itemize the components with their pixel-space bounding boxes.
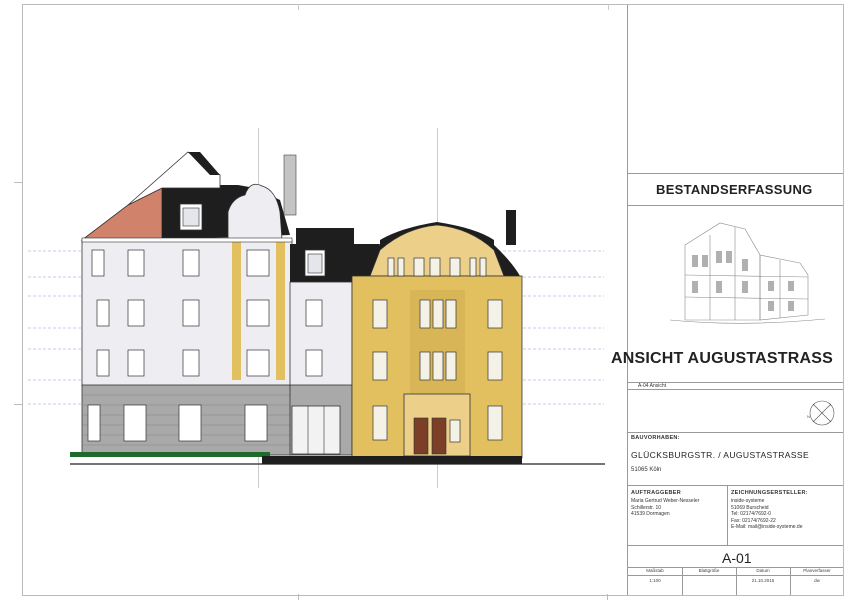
tb-divider xyxy=(628,485,843,486)
client-line: 41539 Dormagen xyxy=(631,511,670,517)
footer-value: 1:100 xyxy=(649,578,661,583)
tb-divider xyxy=(727,485,728,545)
footer-value: dw xyxy=(814,578,820,583)
title-block: BESTANDSERFASSUNG ANSICHT AUGUSTASTRASS … xyxy=(611,5,843,595)
tb-divider xyxy=(628,389,843,390)
svg-text:N: N xyxy=(807,414,810,419)
footer-header: Planverfasser xyxy=(803,568,831,573)
footer-header: Blattgröße xyxy=(698,568,720,573)
drafter-line: E-Mail: mail@inside-systeme.de xyxy=(731,524,803,530)
footer-value: 21.10.2015 xyxy=(751,578,775,583)
project-name: GLÜCKSBURGSTR. / AUGUSTASTRASSE xyxy=(631,450,810,460)
drafter-label: ZEICHNUNGSERSTELLER: xyxy=(731,490,808,496)
tb-divider xyxy=(628,173,843,174)
block-heading: BESTANDSERFASSUNG xyxy=(656,182,813,197)
sheet-number: A-01 xyxy=(722,550,752,566)
building-sketch-thumbnail xyxy=(669,222,826,324)
footer-header: Maßstab xyxy=(646,568,664,573)
tb-divider xyxy=(628,545,843,546)
client-label: AUFTRAGGEBER xyxy=(631,490,682,496)
project-label: BAUVORHABEN: xyxy=(631,435,680,441)
north-arrow-icon: N xyxy=(807,400,835,426)
view-reference: A-04 Ansicht xyxy=(638,382,667,389)
project-city: 51065 Köln xyxy=(631,467,662,473)
view-title: ANSICHT AUGUSTASTRASS xyxy=(611,350,833,367)
footer-header: Datum xyxy=(756,568,770,573)
tb-divider xyxy=(628,432,843,433)
tb-divider xyxy=(628,205,843,206)
